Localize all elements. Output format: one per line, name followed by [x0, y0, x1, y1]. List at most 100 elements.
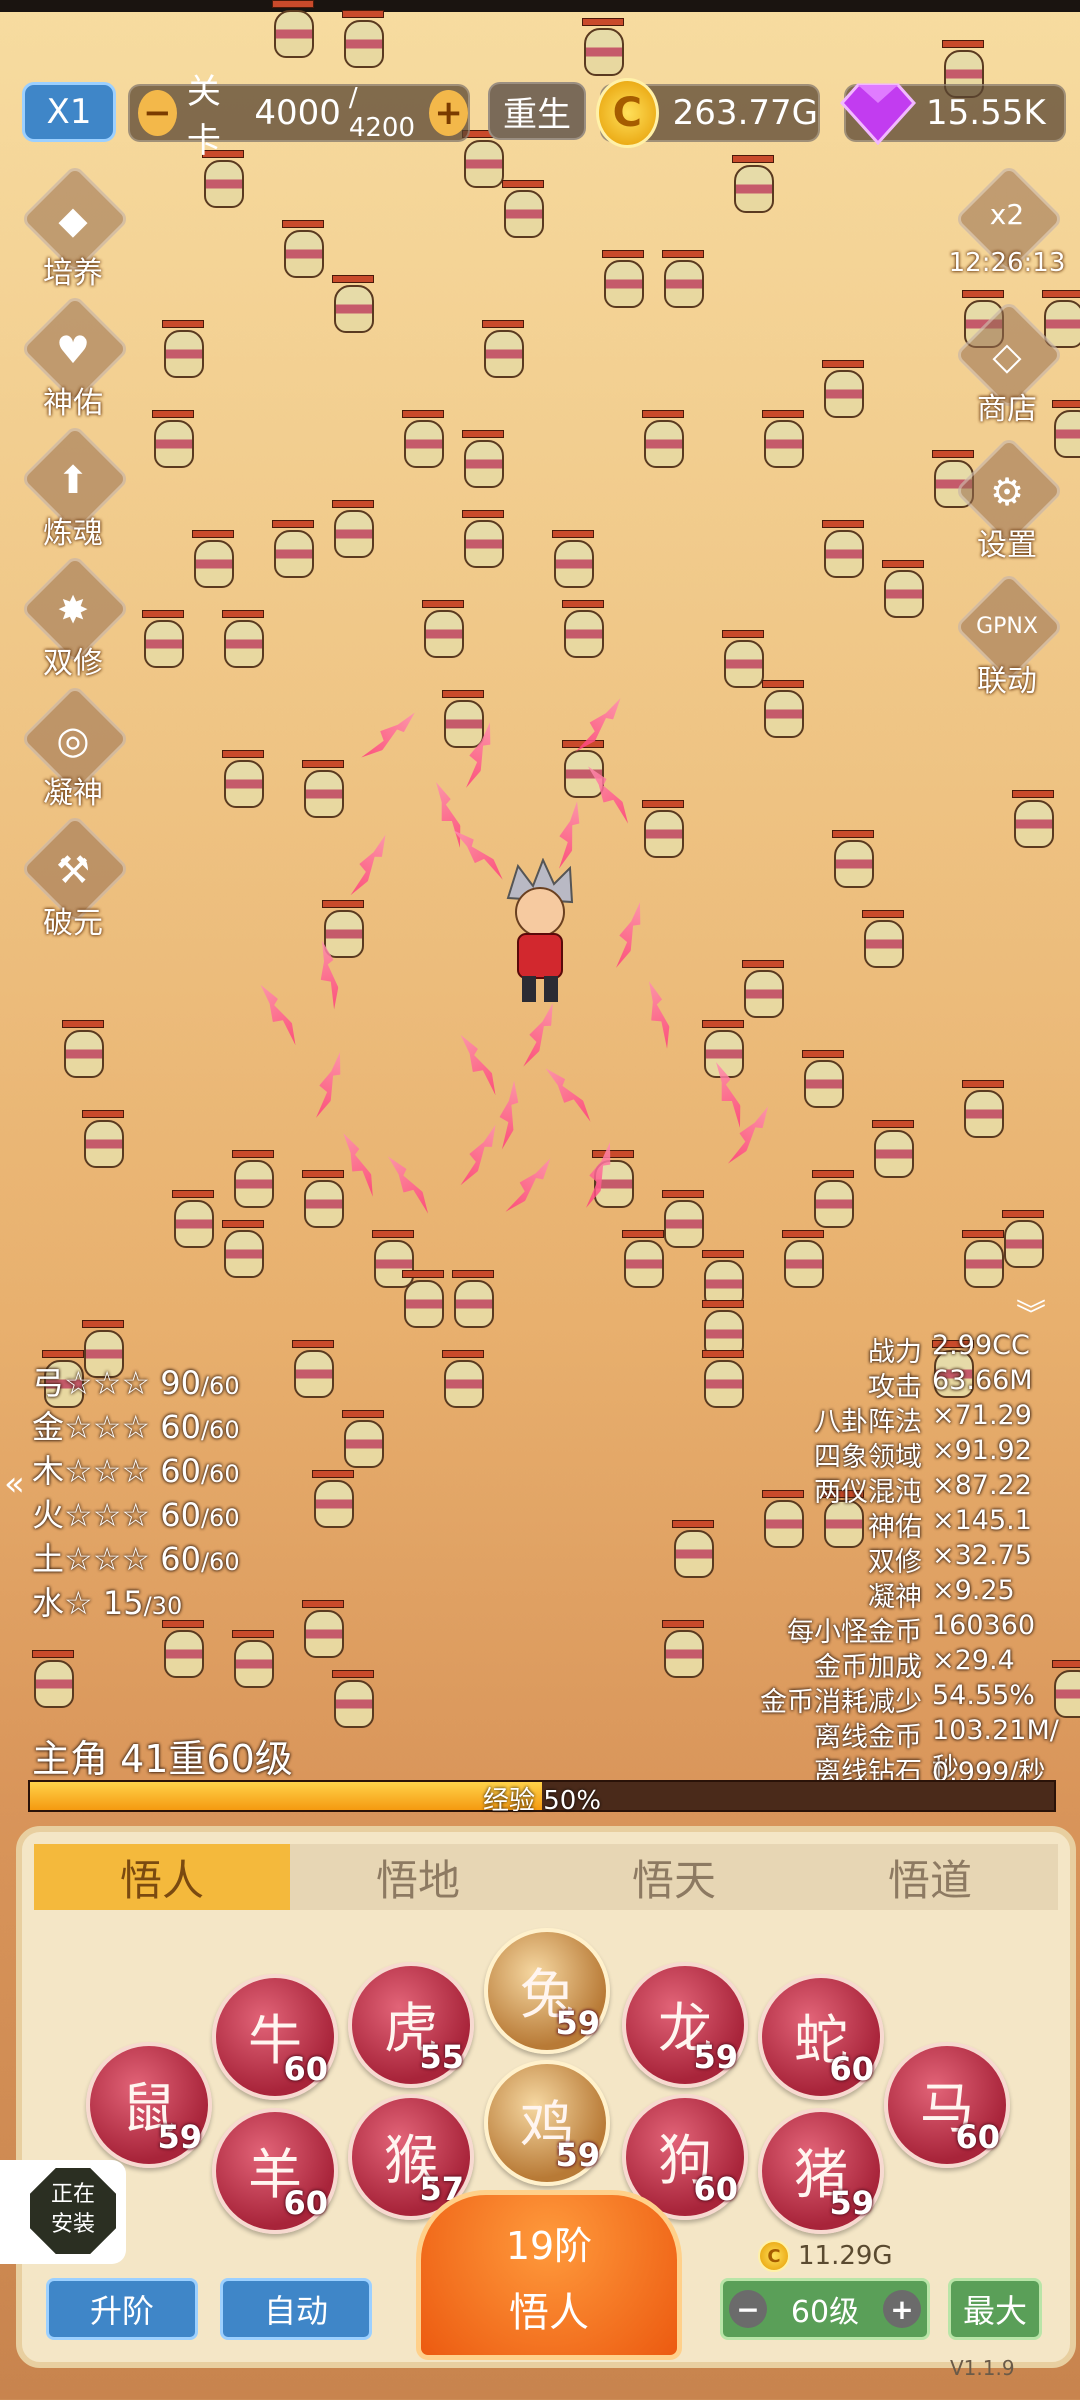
zodiac-snake[interactable]: 蛇 60	[758, 1974, 884, 2100]
monster-health-bar	[372, 1230, 414, 1238]
stage-current: 4000	[254, 93, 341, 133]
lightning-effect	[721, 1102, 774, 1169]
stat-value: ×29.4	[932, 1645, 1015, 1676]
zodiac-dragon[interactable]: 龙 59	[622, 1962, 748, 2088]
element-name: 火☆☆☆	[32, 1496, 151, 1534]
menu-double-bonus[interactable]: x2 12:26:13	[949, 163, 1065, 295]
menu-refine-soul[interactable]: ⬆ 炼魂	[18, 423, 131, 555]
monster-health-bar	[82, 1110, 124, 1118]
menu-break[interactable]: ⚒ 破元	[18, 813, 131, 945]
monster-health-bar	[642, 800, 684, 808]
zodiac-level: 59	[693, 2038, 738, 2076]
monster-health-bar	[762, 680, 804, 688]
monster	[140, 610, 184, 668]
monster-health-bar	[482, 320, 524, 328]
monster-body	[664, 260, 704, 308]
zodiac-goat[interactable]: 羊 60	[212, 2108, 338, 2234]
monster-health-bar	[162, 320, 204, 328]
monster-health-bar	[1012, 790, 1054, 798]
monster	[400, 1270, 444, 1328]
combat-stat: 神佑 ×145.1	[532, 1505, 1052, 1544]
stat-value: ×87.22	[932, 1470, 1032, 1501]
stat-value: ×9.25	[932, 1575, 1015, 1606]
monster	[420, 600, 464, 658]
monster-health-bar	[312, 1470, 354, 1478]
rebirth-button[interactable]: 重生	[488, 82, 586, 140]
monster-body	[464, 440, 504, 488]
monster-body	[84, 1120, 124, 1168]
element-max: /60	[200, 1548, 240, 1576]
monster-body	[644, 810, 684, 858]
monster-body	[734, 165, 774, 213]
tab-wuren[interactable]: 悟人	[34, 1844, 290, 1910]
lightning-effect	[609, 899, 648, 970]
monster-health-bar	[662, 1190, 704, 1198]
stat-name: 金币加成	[814, 1652, 922, 1683]
zodiac-horse[interactable]: 马 60	[884, 2042, 1010, 2168]
max-button[interactable]: 最大	[948, 2278, 1042, 2340]
monster-body	[824, 530, 864, 578]
element-value: 60	[160, 1540, 201, 1578]
level-plus-button[interactable]: +	[883, 2290, 921, 2328]
monster	[960, 1230, 1004, 1288]
monster-health-bar	[282, 220, 324, 228]
zodiac-level: 55	[419, 2038, 464, 2076]
monster	[230, 1150, 274, 1208]
collapse-stats-icon[interactable]: ︾	[1016, 1290, 1046, 1334]
expand-left-icon[interactable]: «	[4, 1464, 25, 1504]
tab-wudi[interactable]: 悟地	[290, 1844, 546, 1910]
monster	[480, 320, 524, 378]
tab-wudao[interactable]: 悟道	[802, 1844, 1058, 1910]
monster-body	[204, 160, 244, 208]
menu-settings[interactable]: ⚙ 设置	[952, 435, 1065, 567]
monster-health-bar	[222, 1220, 264, 1228]
version-label: V1.1.9	[950, 2356, 1015, 2380]
menu-cultivate[interactable]: ◆ 培养	[18, 163, 131, 295]
monster-health-bar	[442, 1350, 484, 1358]
zodiac-pig[interactable]: 猪 59	[758, 2108, 884, 2234]
monster-health-bar	[272, 520, 314, 528]
element-max: /60	[200, 1416, 240, 1444]
tab-wutian[interactable]: 悟天	[546, 1844, 802, 1910]
zodiac-rooster[interactable]: 鸡 59	[484, 2060, 610, 2186]
monster-health-bar	[402, 1270, 444, 1278]
monster-health-bar	[702, 1250, 744, 1258]
speed-button[interactable]: X1	[22, 82, 116, 142]
monster-body	[564, 610, 604, 658]
monster-body	[194, 540, 234, 588]
monster	[340, 1410, 384, 1468]
monster-body	[324, 910, 364, 958]
monster-health-bar	[442, 690, 484, 698]
zodiac-tiger[interactable]: 虎 55	[348, 1962, 474, 2088]
gem-icon: ◇	[992, 334, 1022, 378]
auto-button[interactable]: 自动	[220, 2278, 372, 2340]
lightning-effect	[254, 981, 303, 1050]
menu-shop[interactable]: ◇ 商店	[952, 299, 1065, 431]
installing-text: 正在 安装	[30, 2168, 116, 2254]
level-minus-button[interactable]: −	[729, 2290, 767, 2328]
menu-link[interactable]: GPNX 联动	[952, 571, 1065, 703]
link-logo-icon: GPNX	[976, 614, 1038, 639]
tier-upgrade-button[interactable]: 19阶 悟人	[416, 2190, 682, 2360]
monster-body	[344, 1420, 384, 1468]
monster	[440, 690, 484, 748]
monster	[220, 610, 264, 668]
stage-plus-button[interactable]: +	[429, 90, 468, 136]
zodiac-rat[interactable]: 鼠 59	[86, 2042, 212, 2168]
stage-minus-button[interactable]: −	[138, 90, 177, 136]
exp-bar: 经验 50%	[28, 1780, 1056, 1816]
level-selector: − 60级 +	[720, 2278, 930, 2340]
stat-value: 160360	[932, 1610, 1036, 1641]
menu-dual-cultivation[interactable]: ✸ 双修	[18, 553, 131, 685]
monster-body	[864, 920, 904, 968]
menu-blessing[interactable]: ♥ 神佑	[18, 293, 131, 425]
upgrade-tier-button[interactable]: 升阶	[46, 2278, 198, 2340]
menu-focus[interactable]: ◎ 凝神	[18, 683, 131, 815]
zodiac-ox[interactable]: 牛 60	[212, 1974, 338, 2100]
tier-level: 19阶	[505, 2224, 593, 2268]
installing-badge[interactable]: 正在 安装	[0, 2160, 126, 2264]
stat-value: ×91.92	[932, 1435, 1032, 1466]
zodiac-rabbit[interactable]: 兔 59	[484, 1928, 610, 2054]
monster-health-bar	[342, 10, 384, 18]
menu-label: 设置	[977, 528, 1037, 563]
